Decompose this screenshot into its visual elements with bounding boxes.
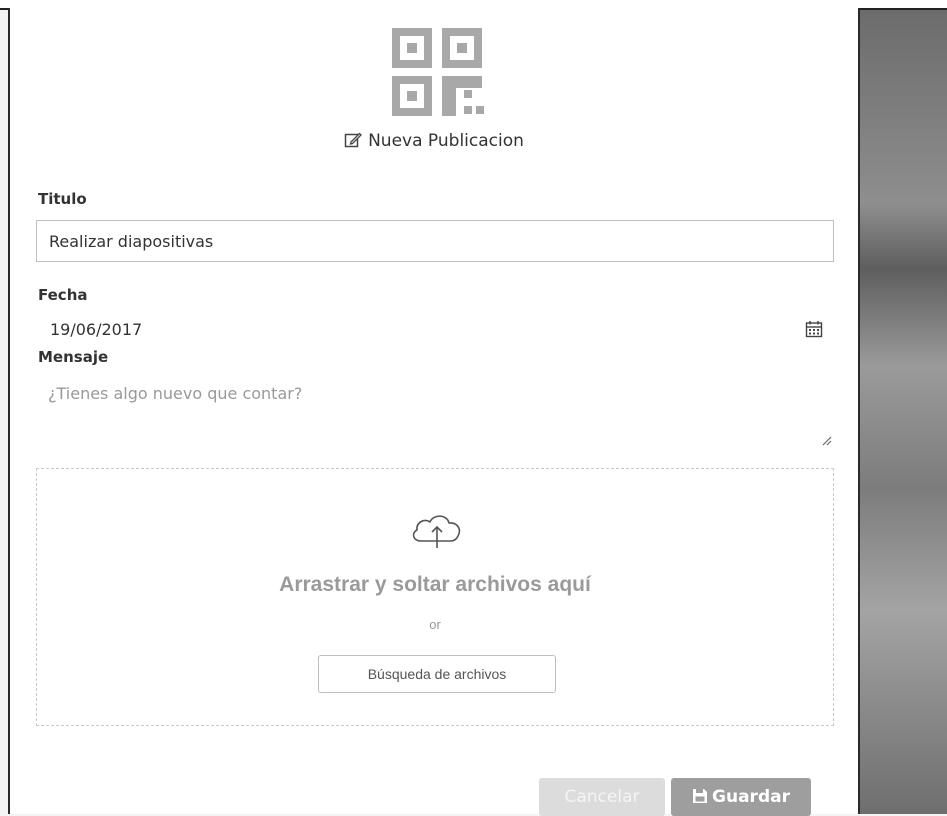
new-post-dialog: Nueva Publicacion Titulo Fecha 19/06/201… — [8, 8, 860, 816]
fecha-label: Fecha — [38, 286, 88, 304]
resize-handle-icon[interactable] — [820, 434, 832, 446]
mensaje-label: Mensaje — [38, 348, 109, 366]
save-button-label: Guardar — [712, 787, 790, 807]
dialog-title-text: Nueva Publicacion — [368, 131, 524, 151]
file-dropzone[interactable]: Arrastrar y soltar archivos aquí or Búsq… — [36, 468, 834, 726]
dialog-title: Nueva Publicacion — [10, 131, 858, 151]
edit-icon — [344, 132, 363, 148]
qr-code-logo — [392, 28, 484, 116]
save-icon — [693, 789, 708, 803]
titulo-label: Titulo — [38, 190, 87, 208]
save-button[interactable]: Guardar — [671, 778, 811, 816]
calendar-icon[interactable] — [805, 320, 823, 338]
mensaje-textarea[interactable] — [36, 378, 836, 448]
dropzone-title: Arrastrar y soltar archivos aquí — [279, 573, 591, 596]
dropzone-or-text: or — [429, 617, 441, 632]
titulo-input[interactable] — [36, 220, 834, 262]
cloud-upload-icon — [412, 515, 461, 548]
browse-files-button[interactable]: Búsqueda de archivos — [318, 655, 556, 693]
cancel-button[interactable]: Cancelar — [539, 778, 665, 816]
fecha-input[interactable]: 19/06/2017 — [50, 320, 142, 339]
page-backdrop — [860, 0, 947, 814]
